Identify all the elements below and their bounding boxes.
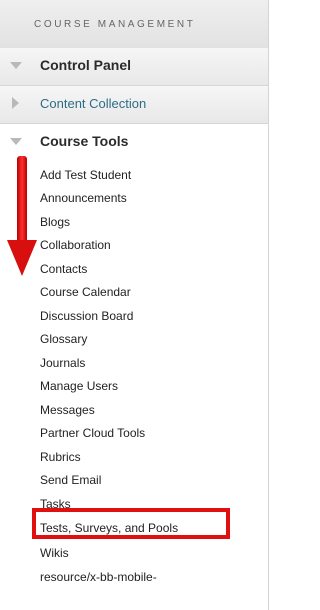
triangle-right-icon[interactable] [12, 97, 19, 109]
tool-wikis[interactable]: Wikis [40, 546, 69, 560]
tool-send-email[interactable]: Send Email [40, 473, 101, 487]
tool-add-test-student[interactable]: Add Test Student [40, 168, 131, 182]
group-label-course-tools[interactable]: Course Tools [40, 133, 128, 149]
tool-discussion-board[interactable]: Discussion Board [40, 309, 133, 323]
section-title: COURSE MANAGEMENT [34, 19, 196, 30]
down-arrow-icon [7, 156, 37, 276]
tool-rubrics[interactable]: Rubrics [40, 450, 81, 464]
tool-blogs[interactable]: Blogs [40, 215, 70, 229]
tool-contacts[interactable]: Contacts [40, 262, 87, 276]
group-content-collection[interactable]: Content Collection [0, 86, 268, 124]
group-control-panel[interactable]: Control Panel [0, 48, 268, 86]
tool-resource-x-bb-mobile[interactable]: resource/x-bb-mobile- [40, 570, 157, 584]
tool-announcements[interactable]: Announcements [40, 191, 127, 205]
tool-partner-cloud-tools[interactable]: Partner Cloud Tools [40, 426, 145, 440]
tool-glossary[interactable]: Glossary [40, 332, 87, 346]
tool-collaboration[interactable]: Collaboration [40, 238, 111, 252]
group-label-control-panel[interactable]: Control Panel [40, 57, 131, 73]
highlight-box [32, 508, 230, 539]
group-label-content-collection[interactable]: Content Collection [40, 96, 146, 111]
tool-manage-users[interactable]: Manage Users [40, 379, 118, 393]
course-management-panel: COURSE MANAGEMENT Control Panel Content … [0, 0, 269, 610]
tool-course-calendar[interactable]: Course Calendar [40, 285, 131, 299]
tool-messages[interactable]: Messages [40, 403, 95, 417]
section-header: COURSE MANAGEMENT [0, 0, 268, 49]
group-course-tools[interactable]: Course Tools [0, 124, 268, 158]
tool-journals[interactable]: Journals [40, 356, 85, 370]
triangle-down-icon[interactable] [10, 62, 22, 69]
triangle-down-icon[interactable] [10, 138, 22, 145]
